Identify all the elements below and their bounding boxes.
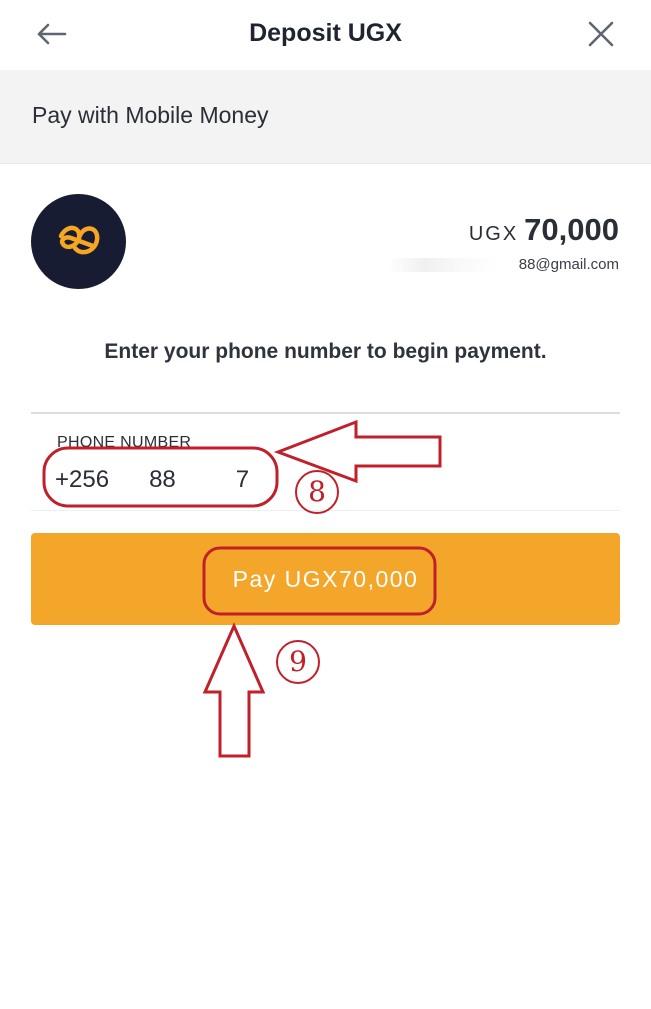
amount-currency: UGX: [468, 223, 519, 245]
step-8-marker: 8: [295, 470, 339, 514]
payment-method-bar: Pay with Mobile Money: [0, 70, 651, 164]
phone-number-label: PHONE NUMBER: [57, 434, 192, 451]
merchant-logo: [31, 194, 126, 289]
step-9-marker: 9: [276, 640, 320, 684]
payment-amount: UGX 70,000: [469, 212, 619, 248]
pay-button[interactable]: Pay UGX70,000: [31, 533, 620, 625]
instruction-text: Enter your phone number to begin payment…: [104, 340, 547, 363]
phone-number-input[interactable]: [55, 464, 305, 496]
top-header: Deposit UGX: [0, 0, 651, 68]
page-title: Deposit UGX: [249, 19, 402, 47]
deposit-page: Deposit UGX Pay with Mobile Money UGX 70,…: [0, 0, 651, 1009]
redacted-email-smudge: [388, 258, 498, 272]
close-button[interactable]: [584, 17, 618, 51]
payment-method-label: Pay with Mobile Money: [32, 102, 269, 128]
arrow-up-pointer-icon: [202, 622, 266, 758]
pay-button-label: Pay UGX70,000: [232, 565, 419, 592]
amount-value: 70,000: [524, 212, 619, 247]
customer-email: 88@gmail.com: [518, 256, 619, 273]
close-icon: [588, 21, 614, 47]
butterfly-logo-icon: [58, 225, 99, 254]
